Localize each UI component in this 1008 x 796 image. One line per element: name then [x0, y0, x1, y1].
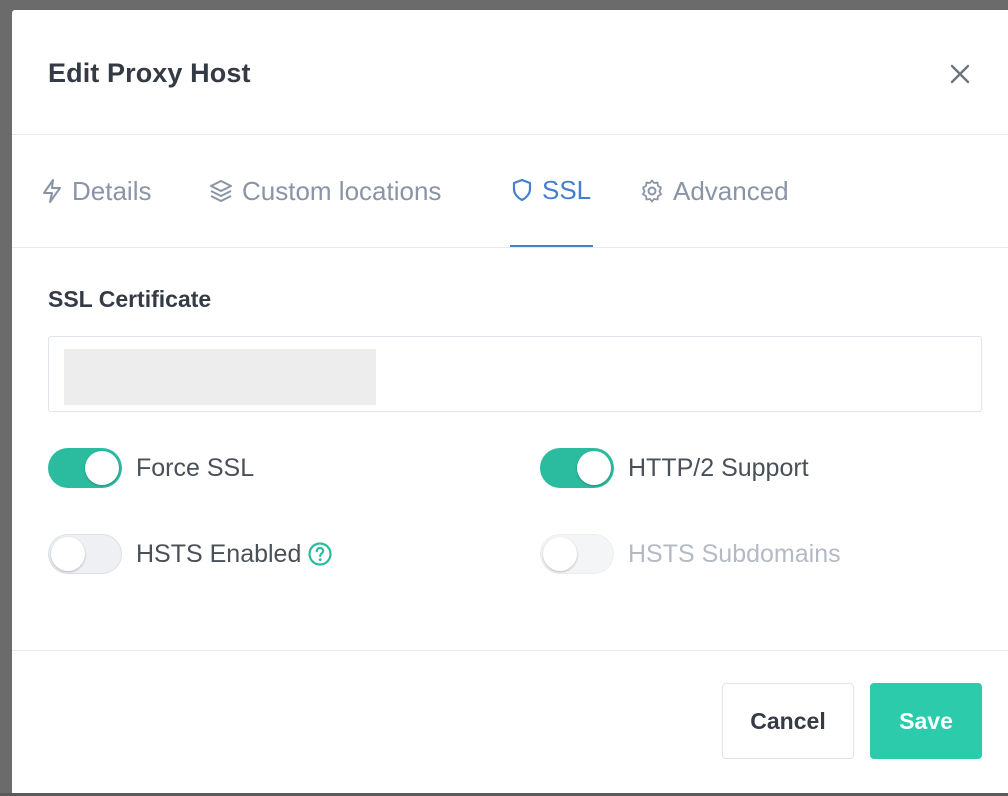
tab-advanced-label: Advanced — [673, 175, 789, 206]
tab-details[interactable]: Details — [40, 135, 151, 247]
tab-custom-locations[interactable]: Custom locations — [208, 135, 441, 247]
tab-bar: Details Custom locations SSL Advanced — [12, 135, 1008, 248]
hsts-subdomains-toggle-row: HSTS Subdomains — [540, 534, 841, 574]
http2-support-toggle-row: HTTP/2 Support — [540, 448, 809, 488]
http2-support-switch[interactable] — [540, 448, 614, 488]
hsts-subdomains-switch[interactable] — [540, 534, 614, 574]
switch-knob — [543, 537, 577, 571]
ssl-tab-panel: SSL Certificate Force SSL HTTP/2 Support… — [12, 248, 1008, 651]
hsts-enabled-switch[interactable] — [48, 534, 122, 574]
switch-knob — [85, 451, 119, 485]
layers-icon — [210, 180, 232, 202]
switch-knob — [577, 451, 611, 485]
modal-footer: Cancel Save — [12, 651, 1008, 796]
ssl-certificate-label: SSL Certificate — [48, 286, 212, 312]
hsts-enabled-label: HSTS Enabled — [136, 539, 302, 568]
modal-header: Edit Proxy Host — [12, 10, 1008, 135]
force-ssl-toggle-row: Force SSL — [48, 448, 254, 488]
hsts-enabled-toggle-row: HSTS Enabled — [48, 534, 333, 574]
question-circle-icon[interactable] — [307, 541, 333, 567]
modal-title: Edit Proxy Host — [48, 58, 251, 88]
tab-ssl[interactable]: SSL — [510, 135, 594, 247]
tab-advanced[interactable]: Advanced — [639, 135, 789, 247]
bolt-icon — [43, 179, 61, 203]
force-ssl-switch[interactable] — [48, 448, 122, 488]
cancel-button[interactable]: Cancel — [722, 683, 854, 759]
tab-details-label: Details — [72, 175, 152, 206]
hsts-subdomains-label: HSTS Subdomains — [628, 539, 841, 568]
tab-ssl-label: SSL — [542, 174, 592, 205]
http2-support-label: HTTP/2 Support — [628, 453, 809, 482]
switch-knob — [51, 537, 85, 571]
gear-icon — [642, 179, 662, 203]
ssl-certificate-value-redacted — [64, 349, 376, 405]
ssl-certificate-select[interactable] — [48, 336, 982, 412]
close-icon — [950, 64, 970, 84]
force-ssl-label: Force SSL — [136, 453, 255, 482]
close-button[interactable] — [942, 56, 978, 92]
edit-proxy-host-modal: Edit Proxy Host Details Custom locations — [12, 10, 1008, 793]
tab-custom-locations-label: Custom locations — [242, 175, 442, 206]
shield-icon — [512, 178, 532, 202]
save-button[interactable]: Save — [870, 683, 982, 759]
